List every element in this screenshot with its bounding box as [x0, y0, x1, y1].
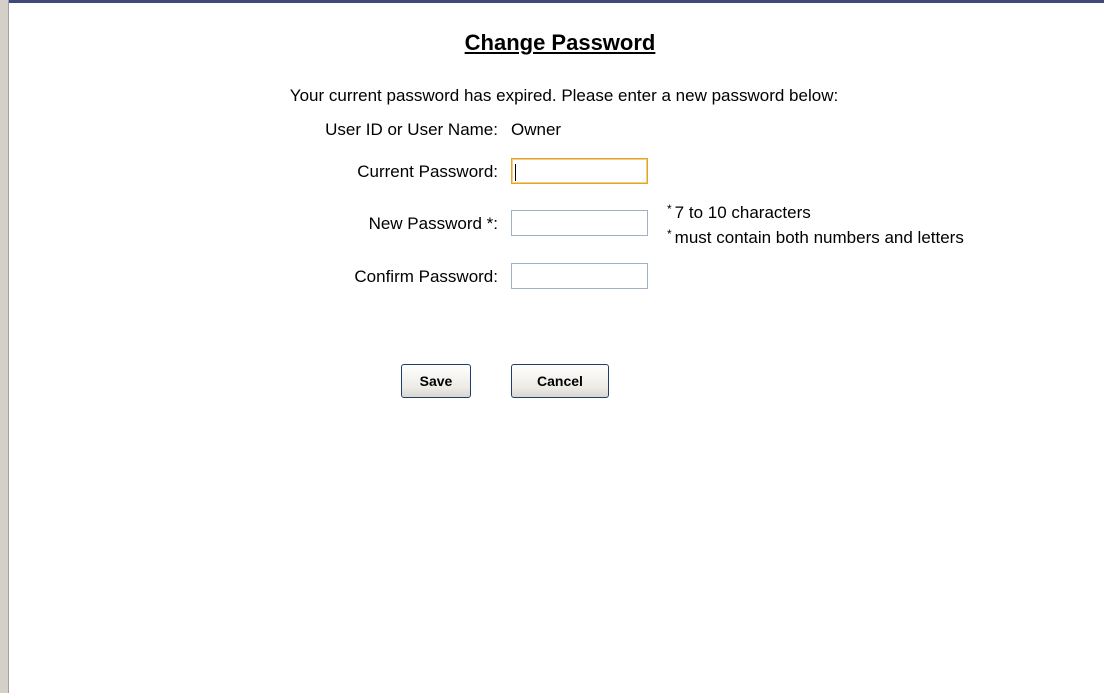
page-title: Change Password [464, 30, 656, 55]
password-length-hint: * 7 to 10 characters [667, 202, 811, 223]
new-password-field[interactable] [511, 210, 648, 236]
save-button[interactable]: Save [401, 364, 471, 398]
confirm-password-field[interactable] [511, 263, 648, 289]
confirm-password-label: Confirm Password: [354, 267, 498, 286]
hint-text: must contain both numbers and letters [674, 228, 964, 247]
new-password-label: New Password *: [368, 214, 498, 233]
user-id-value: Owner [511, 120, 562, 139]
password-composition-hint: * must contain both numbers and letters [667, 227, 964, 248]
text-caret [515, 164, 516, 181]
window-top-border [0, 0, 1104, 3]
hint-marker: * [667, 227, 672, 241]
cancel-button[interactable]: Cancel [511, 364, 609, 398]
hint-text: 7 to 10 characters [674, 203, 811, 222]
expired-password-message: Your current password has expired. Pleas… [289, 86, 839, 105]
current-password-label: Current Password: [357, 162, 498, 181]
hint-marker: * [667, 202, 672, 216]
current-password-field[interactable] [511, 158, 648, 184]
user-id-label: User ID or User Name: [325, 120, 498, 139]
